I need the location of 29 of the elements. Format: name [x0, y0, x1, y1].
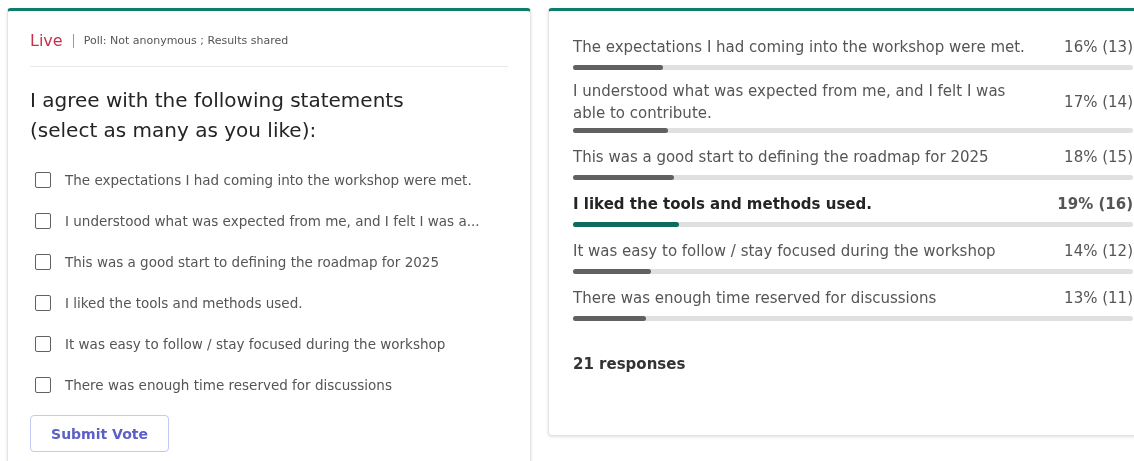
option-label: The expectations I had coming into the workshop were met.	[65, 171, 472, 188]
result-label: It was easy to follow / stay focused during the workshop	[573, 241, 997, 262]
result-percentage: 19% (16)	[1057, 195, 1133, 213]
result-percentage: 16% (13)	[1064, 38, 1133, 56]
result-percentage: 17% (14)	[1064, 93, 1133, 111]
option-label: This was a good start to defining the roadmap for 2025	[65, 253, 439, 270]
submit-vote-button[interactable]: Submit Vote	[30, 415, 169, 452]
checkbox[interactable]	[35, 253, 51, 270]
response-count: 21 responses	[573, 355, 687, 373]
checkbox[interactable]	[35, 171, 51, 188]
checkbox[interactable]	[35, 212, 51, 229]
checkbox[interactable]	[35, 335, 51, 352]
result-label: I understood what was expected from me, and I felt I was able to contribute.	[573, 81, 1007, 124]
option-label: It was easy to follow / stay focused during the workshop	[65, 335, 446, 352]
result-percentage: 13% (11)	[1064, 289, 1133, 307]
checkbox[interactable]	[35, 376, 51, 393]
result-percentage: 14% (12)	[1064, 242, 1133, 260]
result-percentage: 18% (15)	[1064, 148, 1133, 166]
option-label: There was enough time reserved for discussions	[65, 376, 392, 393]
option-label: I liked the tools and methods used.	[65, 294, 303, 311]
option-label: I understood what was expected from me, and I felt I was a...	[65, 212, 480, 229]
checkbox[interactable]	[35, 294, 51, 311]
result-label: This was a good start to defining the roadmap for 2025	[573, 147, 990, 168]
result-label: There was enough time reserved for discussions	[573, 288, 938, 309]
poll-info: Poll: Not anonymous ; Results shared	[83, 34, 289, 47]
poll-question: I agree with the following statements (select as many as you like):	[30, 87, 405, 144]
live-status: Live	[30, 31, 63, 50]
result-label: The expectations I had coming into the workshop were met.	[573, 37, 1026, 58]
result-label: I liked the tools and methods used.	[573, 194, 873, 215]
